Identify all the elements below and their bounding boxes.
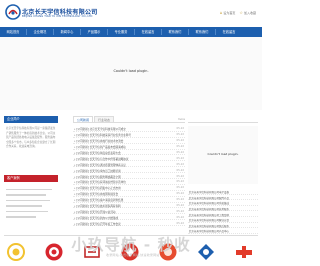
cases-line bbox=[6, 209, 56, 214]
tab-company-news[interactable]: 公司新闻 bbox=[73, 116, 94, 122]
right-plugin-area: Couldn't load plugin. bbox=[188, 126, 258, 184]
news-item-title[interactable]: • [公司新闻] 长天宇信技术团队再获专利 bbox=[74, 204, 166, 208]
news-item-title[interactable]: • [公司新闻] 长天宇信开展公益活动 bbox=[74, 210, 166, 214]
news-item-date: 05-22 bbox=[176, 221, 184, 225]
news-item-title[interactable]: • [公司新闻] 长天宇信召开年度工作会议 bbox=[74, 222, 166, 226]
news-item-date: 05-22 bbox=[176, 162, 184, 166]
cases-title[interactable]: 客户案例 bbox=[4, 175, 58, 182]
news-item-date: 05-22 bbox=[176, 127, 184, 131]
add-favorite-label: 加入收藏 bbox=[243, 11, 256, 15]
top-links: ⌂ 设为首页 ☆ 加入收藏 bbox=[219, 10, 256, 16]
about-title[interactable]: 企业简介 bbox=[4, 116, 58, 123]
news-item-date: 05-22 bbox=[176, 203, 184, 207]
news-item[interactable]: • [公司新闻] 长天宇信召开年度工作会议 05-22 bbox=[73, 220, 185, 227]
set-homepage-label: 设为首页 bbox=[223, 11, 236, 15]
banner-plugin-area: Couldn't load plugin. bbox=[0, 37, 262, 110]
news-item-date: 05-22 bbox=[176, 150, 184, 154]
right-plugin-error: Couldn't load plugin. bbox=[207, 152, 239, 156]
cases-section: 客户案例 bbox=[4, 175, 58, 225]
add-favorite-link[interactable]: ☆ 加入收藏 bbox=[239, 10, 256, 16]
news-item-date: 05-22 bbox=[176, 209, 184, 213]
nav-item-news[interactable]: 新闻中心 bbox=[54, 27, 80, 37]
watermark-subtitle: 收录网站,免费收录网站,快速收录网站 bbox=[106, 253, 160, 257]
cases-line bbox=[6, 198, 56, 203]
cases-line bbox=[6, 215, 56, 220]
tab-industry-news[interactable]: 行业动态 bbox=[94, 116, 115, 122]
nav-item-message-2[interactable]: 在线留言 bbox=[216, 27, 242, 37]
site-header: 北京长天宇信科技有限公司 BEIJING CHANG TIAN YU XIN T… bbox=[0, 0, 262, 26]
company-logo-icon[interactable] bbox=[5, 4, 21, 20]
news-item-title[interactable]: • [公司新闻] 长天宇信客户满意度调查结果 bbox=[74, 198, 166, 202]
right-list: 北京长天宇信科技有限公司电子设备 北京长天宇信科技有限公司配件产品 北京长天宇信… bbox=[188, 189, 258, 234]
news-item-title[interactable]: • [公司新闻] 长天宇信参加国际展览会 bbox=[74, 192, 166, 196]
news-item-date: 05-22 bbox=[176, 186, 184, 190]
news-item-title[interactable]: • [公司新闻] 长天宇信研发中心正式启用 bbox=[74, 186, 166, 190]
nav-item-message[interactable]: 在线留言 bbox=[135, 27, 161, 37]
watermark-title: 小玖导航 - 秒收 bbox=[71, 236, 191, 254]
nav-item-products[interactable]: 产品展示 bbox=[81, 27, 107, 37]
about-text: 北京长天宇信科技有限公司是一家集研发生产销售服务于一体的高新技术企业，公司主营产… bbox=[6, 127, 56, 149]
star-icon: ☆ bbox=[239, 10, 243, 15]
nav-item-home[interactable]: 网站首页 bbox=[0, 27, 26, 37]
news-item-title[interactable]: • [公司新闻] 长天宇信年度总结表彰大会 bbox=[74, 151, 166, 155]
news-item-title[interactable]: • [公司新闻] 长天宇信举办员工技能培训 bbox=[74, 169, 166, 173]
news-item-date: 05-22 bbox=[176, 192, 184, 196]
news-item-title[interactable]: • [公司新闻] 长天宇信与合作伙伴签署战略协议 bbox=[74, 157, 166, 161]
nav-item-about[interactable]: 企业概况 bbox=[27, 27, 53, 37]
news-item-title[interactable]: • [公司新闻] 长天宇信服务网络覆盖全国 bbox=[74, 175, 166, 179]
news-item-date: 05-22 bbox=[176, 145, 184, 149]
about-section: 企业简介 北京长天宇信科技有限公司是一家集研发生产销售服务于一体的高新技术企业，… bbox=[4, 116, 58, 172]
set-homepage-link[interactable]: ⌂ 设为首页 bbox=[219, 10, 236, 16]
right-column: Couldn't load plugin. 北京长天宇信科技有限公司电子设备 北… bbox=[188, 116, 258, 234]
cases-line bbox=[6, 204, 56, 209]
company-name-en: BEIJING CHANG TIAN YU XIN TECHNOLOGY CO.… bbox=[22, 15, 93, 18]
news-item-date: 05-22 bbox=[176, 180, 184, 184]
nav-item-services[interactable]: 专业服务 bbox=[108, 27, 134, 37]
news-item-date: 05-22 bbox=[176, 139, 184, 143]
news-item-date: 05-22 bbox=[176, 168, 184, 172]
news-list: • [公司新闻] 北京长天宇信科技有限公司成立 05-22 • [公司新闻] 长天… bbox=[73, 126, 185, 227]
nav-item-contact[interactable]: 联系我们 bbox=[162, 27, 188, 37]
nav-item-contact-2[interactable]: 联系我们 bbox=[189, 27, 215, 37]
news-item-title[interactable]: • [公司新闻] 长天宇信新办公大楼落成 bbox=[74, 216, 166, 220]
news-item-title[interactable]: • [公司新闻] 长天宇信新产品发布会圆满成功 bbox=[74, 145, 166, 149]
news-item-date: 05-22 bbox=[176, 198, 184, 202]
news-item-title[interactable]: • [公司新闻] 长天宇信通过质量管理体系认证 bbox=[74, 163, 166, 167]
news-item-title[interactable]: • [公司新闻] 北京长天宇信科技有限公司成立 bbox=[74, 127, 166, 131]
news-item-title[interactable]: • [公司新闻] 长天宇信参加行业技术交流会 bbox=[74, 139, 166, 143]
cases-line bbox=[6, 187, 56, 192]
news-item-date: 05-22 bbox=[176, 133, 184, 137]
banner-plugin-error: Couldn't load plugin. bbox=[113, 69, 149, 73]
right-header-line bbox=[188, 116, 258, 123]
cases-line bbox=[6, 193, 56, 198]
main-nav: 网站首页 企业概况 新闻中心 产品展示 专业服务 在线留言 联系我们 联系我们 … bbox=[0, 27, 262, 37]
home-icon: ⌂ bbox=[219, 10, 223, 15]
news-item-date: 05-22 bbox=[176, 215, 184, 219]
news-item-title[interactable]: • [公司新闻] 长天宇信科技荣获行业优秀企业称号 bbox=[74, 133, 166, 137]
news-section: 公司新闻 行业动态 more • [公司新闻] 北京长天宇信科技有限公司成立 05… bbox=[73, 116, 185, 228]
news-tabs: 公司新闻 行业动态 bbox=[73, 116, 185, 123]
cases-lines bbox=[6, 187, 56, 221]
news-item-date: 05-22 bbox=[176, 156, 184, 160]
news-item-date: 05-22 bbox=[176, 174, 184, 178]
news-more-link[interactable]: more bbox=[178, 117, 185, 121]
news-item-title[interactable]: • [公司新闻] 长天宇信获评诚信经营示范单位 bbox=[74, 180, 166, 184]
